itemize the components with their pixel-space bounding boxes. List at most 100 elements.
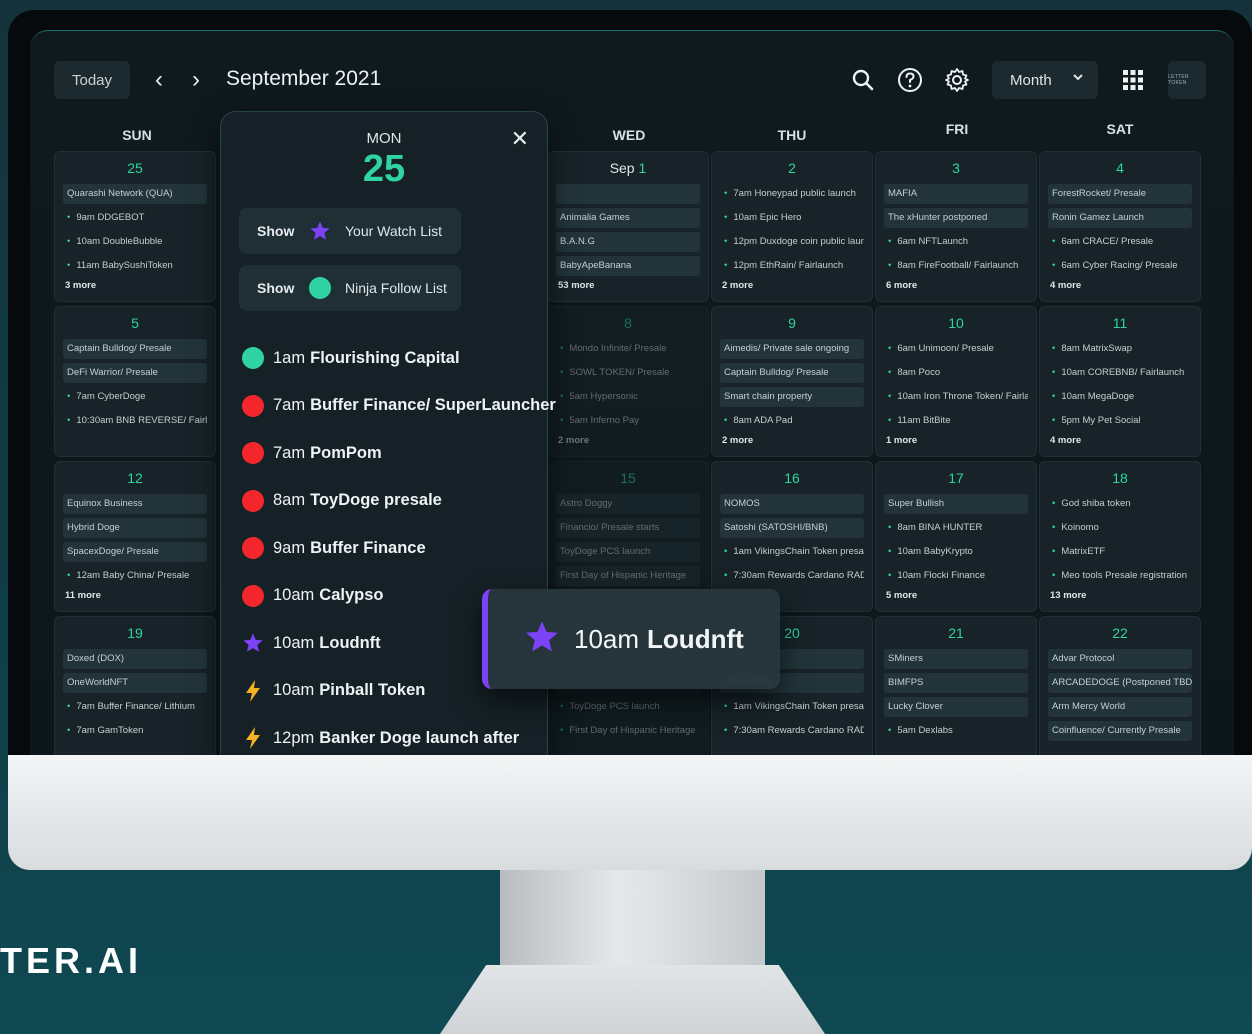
calendar-day-cell[interactable]: 22 Advar Protocol ARCADEDOGE (Postponed TB… [1039,616,1201,755]
next-month-button[interactable]: › [183,65,209,95]
event-tooltip[interactable]: 10am Loudnft [482,589,780,689]
calendar-event[interactable]: 10am Epic Hero [720,208,864,228]
calendar-event[interactable]: 6am NFTLaunch [884,232,1028,252]
calendar-event[interactable]: 11am BabySushiToken [63,256,207,276]
calendar-event[interactable]: 10am Flocki Finance [884,566,1028,586]
calendar-event[interactable]: 7am Honeypad public launch [720,184,864,204]
calendar-event[interactable]: 1am VikingsChain Token presale [720,542,864,562]
calendar-event[interactable]: ToyDoge PCS launch [556,697,700,717]
calendar-day-cell[interactable]: 2 7am Honeypad public launch 10am Epic Her… [711,151,873,302]
calendar-event[interactable]: 10am Iron Throne Token/ Fairlaunch [884,387,1028,407]
calendar-event[interactable]: 5am Dexlabs [884,721,1028,741]
gear-icon[interactable] [942,65,972,95]
calendar-event[interactable]: 10am MegaDoge [1048,387,1192,407]
prev-month-button[interactable]: ‹ [146,65,172,95]
popup-event-row[interactable]: 8am ToyDoge presale [241,487,442,515]
show-follow-list-button[interactable]: Show Ninja Follow List [239,265,461,311]
search-icon[interactable] [848,65,878,95]
calendar-event[interactable]: 8am FireFootball/ Fairlaunch [884,256,1028,276]
calendar-event[interactable]: Advar Protocol [1048,649,1192,669]
more-events-link[interactable]: 3 more [63,280,207,294]
calendar-event[interactable]: 5am Hypersonic [556,387,700,407]
brand-badge[interactable]: LETTER TOKEN [1168,61,1206,99]
calendar-day-cell[interactable]: 3 MAFIA The xHunter postponed 6am NFTLaunch… [875,151,1037,302]
more-events-link[interactable]: 2 more [720,435,864,449]
calendar-event[interactable]: 12am Baby China/ Presale [63,566,207,586]
more-events-link[interactable]: 5 more [884,590,1028,604]
calendar-event[interactable]: Doxed (DOX) [63,649,207,669]
calendar-event[interactable]: Koinomo [1048,518,1192,538]
calendar-event[interactable]: Ronin Gamez Launch [1048,208,1192,228]
calendar-event[interactable]: NOMOS [720,494,864,514]
calendar-event[interactable]: 7:30am Rewards Cardano RADA [720,721,864,741]
calendar-day-cell[interactable]: 11 8am MatrixSwap 10am COREBNB/ Fairlaunch… [1039,306,1201,457]
calendar-event[interactable]: The xHunter postponed [884,208,1028,228]
calendar-event[interactable]: ForestRocket/ Presale [1048,184,1192,204]
calendar-event[interactable]: Coinfluence/ Currently Presale [1048,721,1192,741]
calendar-day-cell[interactable]: 10 6am Unimoon/ Presale 8am Poco 10am Iron … [875,306,1037,457]
calendar-event[interactable]: Captain Bulldog/ Presale [63,339,207,359]
calendar-event[interactable]: Satoshi (SATOSHI/BNB) [720,518,864,538]
calendar-event[interactable]: 1am VikingsChain Token presale [720,697,864,717]
calendar-event[interactable]: SOWL TOKEN/ Presale [556,363,700,383]
calendar-event[interactable]: B.A.N.G [556,232,700,252]
popup-event-row[interactable]: 7am Buffer Finance/ SuperLauncher [241,392,556,420]
more-events-link[interactable]: 53 more [556,280,700,294]
calendar-event[interactable]: Super Bullish [884,494,1028,514]
calendar-event[interactable]: 12pm EthRain/ Fairlaunch [720,256,864,276]
popup-event-row[interactable]: 12pm Banker Doge launch after [241,724,519,752]
popup-event-row[interactable]: 1am Flourishing Capital [241,344,460,372]
calendar-day-cell[interactable]: 19 Doxed (DOX) OneWorldNFT 7am Buffer Finan… [54,616,216,755]
calendar-event[interactable]: 8am Poco [884,363,1028,383]
more-events-link[interactable]: 4 more [1048,280,1192,294]
calendar-event[interactable]: 10am BabyKrypto [884,542,1028,562]
calendar-event[interactable]: 10am DoubleBubble [63,232,207,252]
calendar-event[interactable]: First Day of Hispanic Heritage [556,721,700,741]
calendar-event[interactable]: BIMFPS [884,673,1028,693]
calendar-event[interactable]: 7:30am Rewards Cardano RADA [720,566,864,586]
calendar-event[interactable]: Captain Bulldog/ Presale [720,363,864,383]
calendar-event[interactable]: 10:30am BNB REVERSE/ Fairl [63,411,207,431]
calendar-event[interactable]: Astro Doggy [556,494,700,514]
calendar-day-cell[interactable]: 8 Mondo Infinite/ Presale SOWL TOKEN/ Pres… [547,306,709,457]
more-events-link[interactable]: 1 more [884,435,1028,449]
more-events-link[interactable]: 11 more [63,590,207,604]
calendar-event[interactable]: Quarashi Network (QUA) [63,184,207,204]
calendar-event[interactable]: 8am MatrixSwap [1048,339,1192,359]
calendar-event[interactable]: 8am ADA Pad [720,411,864,431]
calendar-event[interactable]: ToyDoge PCS launch [556,542,700,562]
calendar-event[interactable]: 6am Unimoon/ Presale [884,339,1028,359]
calendar-event[interactable]: 9am DDGEBOT [63,208,207,228]
popup-event-row[interactable]: 10am Calypso [241,582,383,610]
grid-icon[interactable] [1118,65,1148,95]
calendar-event[interactable]: 7am CyberDoge [63,387,207,407]
popup-event-row[interactable]: 10am Loudnft [241,629,381,657]
calendar-event[interactable]: Animalia Games [556,208,700,228]
calendar-event[interactable]: 5pm My Pet Social [1048,411,1192,431]
more-events-link[interactable]: 6 more [884,280,1028,294]
calendar-day-cell[interactable]: 4 ForestRocket/ Presale Ronin Gamez Launch… [1039,151,1201,302]
calendar-event[interactable]: MAFIA [884,184,1028,204]
more-events-link[interactable]: 4 more [1048,435,1192,449]
calendar-event[interactable]: 5am Inferno Pay [556,411,700,431]
more-events-link[interactable]: 13 more [1048,590,1192,604]
calendar-event[interactable]: 6am Cyber Racing/ Presale [1048,256,1192,276]
calendar-day-cell[interactable]: 9 Aimedis/ Private sale ongoing Captain Bu… [711,306,873,457]
calendar-event[interactable]: 10am COREBNB/ Fairlaunch [1048,363,1192,383]
calendar-event[interactable]: 6am CRACE/ Presale [1048,232,1192,252]
calendar-event[interactable]: DeFi Warrior/ Presale [63,363,207,383]
more-events-link[interactable]: 2 more [720,280,864,294]
popup-event-row[interactable]: 9am Buffer Finance [241,534,426,562]
popup-event-row[interactable]: 7am PomPom [241,439,382,467]
calendar-day-cell[interactable]: 21 SMiners BIMFPS Lucky Clover 5am Dexlabs [875,616,1037,755]
calendar-event[interactable]: 7am GamToken [63,721,207,741]
calendar-event[interactable]: 11am BitBite [884,411,1028,431]
calendar-event[interactable]: ARCADEDOGE (Postponed TBD) [1048,673,1192,693]
calendar-event[interactable]: SpacexDoge/ Presale [63,542,207,562]
calendar-event[interactable]: Financio/ Presale starts [556,518,700,538]
calendar-event[interactable]: First Day of Hispanic Heritage [556,566,700,586]
calendar-event[interactable]: 8am BINA HUNTER [884,518,1028,538]
calendar-day-cell[interactable]: 17 Super Bullish 8am BINA HUNTER 10am BabyK… [875,461,1037,612]
popup-event-row[interactable]: 10am Pinball Token [241,677,425,705]
calendar-event[interactable]: Hybrid Doge [63,518,207,538]
